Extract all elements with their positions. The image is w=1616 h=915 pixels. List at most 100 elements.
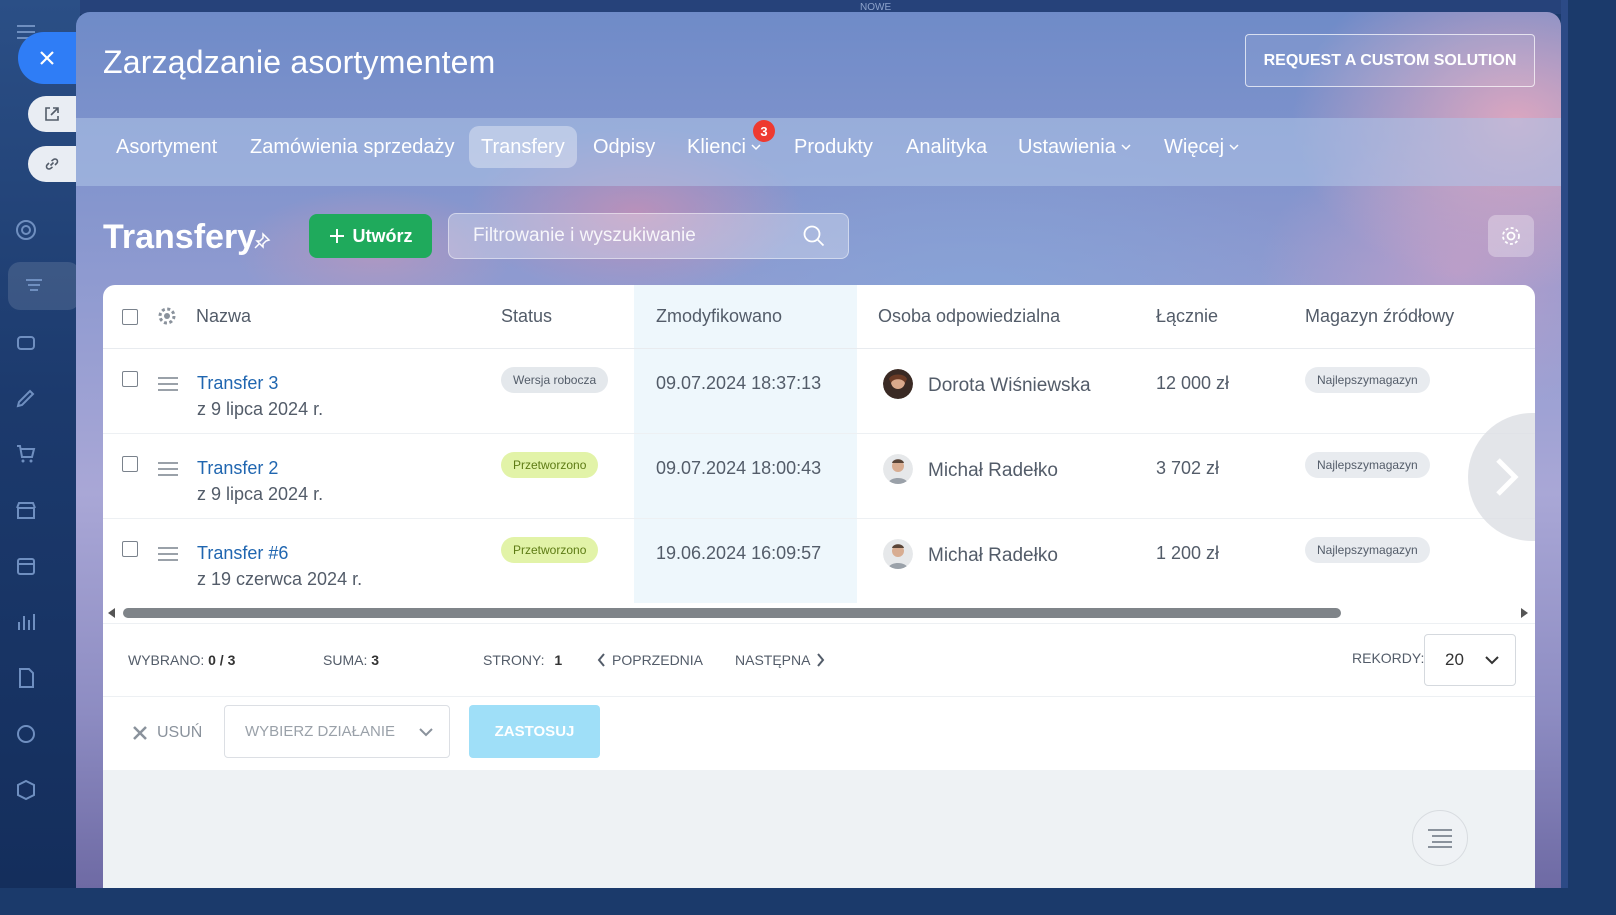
chevron-down-icon xyxy=(1121,144,1131,151)
selected-label: WYBRANO: xyxy=(128,652,205,668)
tab-ustawienia[interactable]: Ustawienia xyxy=(1006,126,1144,168)
scroll-left-arrow-icon[interactable] xyxy=(107,608,117,618)
records-per-page-select[interactable]: 20 xyxy=(1424,634,1516,686)
plus-icon xyxy=(329,229,344,243)
panel-title: Zarządzanie asortymentem xyxy=(103,44,496,80)
tab-label: Odpisy xyxy=(593,135,656,158)
responsible-person-link[interactable]: Michał Radełko xyxy=(928,545,1058,567)
gear-icon xyxy=(1502,227,1520,245)
tab-odpisy[interactable]: Odpisy xyxy=(581,126,667,168)
avatar[interactable] xyxy=(883,539,913,569)
table-row[interactable]: Transfer 2 z 9 lipca 2024 r. Przetworzon… xyxy=(103,434,1535,519)
bar-chart-icon[interactable] xyxy=(14,604,80,640)
transfer-name-link[interactable]: Transfer 2 xyxy=(197,458,278,479)
avatar[interactable] xyxy=(883,369,913,399)
tab-analityka[interactable]: Analityka xyxy=(894,126,999,168)
pen-icon[interactable] xyxy=(14,380,80,416)
avatar[interactable] xyxy=(883,454,913,484)
create-button-label: Utwórz xyxy=(352,225,413,246)
copy-link-button[interactable] xyxy=(28,146,76,182)
transfer-date: z 9 lipca 2024 r. xyxy=(197,484,324,504)
slider-panel: Zarządzanie asortymentem REQUEST A CUSTO… xyxy=(76,12,1561,888)
pages-label: STRONY: xyxy=(483,652,545,668)
target-icon[interactable] xyxy=(14,212,80,248)
delete-button[interactable]: USUŃ xyxy=(133,724,202,742)
next-page-button[interactable]: NASTĘPNA xyxy=(735,652,825,668)
cart-icon[interactable] xyxy=(14,436,80,472)
tab-label: Transfery xyxy=(481,135,565,158)
scroll-right-arrow-icon[interactable] xyxy=(1519,608,1529,618)
column-header-total[interactable]: Łącznie xyxy=(1156,306,1218,327)
scrollbar-thumb[interactable] xyxy=(123,608,1341,618)
total-amount: 12 000 zł xyxy=(1156,373,1230,393)
responsible-person-link[interactable]: Dorota Wiśniewska xyxy=(928,375,1091,397)
warehouse-tag: Najlepszymagazyn xyxy=(1305,537,1430,563)
drag-handle-icon[interactable] xyxy=(158,462,178,476)
row-checkbox[interactable] xyxy=(122,541,138,557)
chat-help-button[interactable] xyxy=(1412,810,1468,866)
row-checkbox[interactable] xyxy=(122,456,138,472)
robot-icon[interactable] xyxy=(14,324,80,360)
page-settings-button[interactable] xyxy=(1488,215,1534,257)
external-link-icon xyxy=(45,107,59,121)
calendar-icon[interactable] xyxy=(14,548,80,584)
transfer-name-link[interactable]: Transfer #6 xyxy=(197,543,288,564)
next-label: NASTĘPNA xyxy=(735,652,811,668)
open-new-window-button[interactable] xyxy=(28,96,76,132)
inventory-icon[interactable] xyxy=(8,262,80,310)
search-icon[interactable] xyxy=(802,224,826,248)
tab-wiecej[interactable]: Więcej xyxy=(1152,126,1252,168)
filter-search-box[interactable] xyxy=(448,213,849,259)
drag-handle-icon[interactable] xyxy=(158,547,178,561)
table-row[interactable]: Transfer #6 z 19 czerwca 2024 r. Przetwo… xyxy=(103,519,1535,604)
previous-page-button[interactable]: POPRZEDNIA xyxy=(597,652,703,668)
tab-label: Analityka xyxy=(906,135,988,158)
responsible-person-link[interactable]: Michał Radełko xyxy=(928,460,1058,482)
tab-produkty[interactable]: Produkty xyxy=(782,126,885,168)
choose-action-select[interactable]: WYBIERZ DZIAŁANIE xyxy=(224,705,450,758)
search-input[interactable] xyxy=(471,224,775,248)
table-row[interactable]: Transfer 3 z 9 lipca 2024 r. Wersja robo… xyxy=(103,349,1535,434)
transfers-grid: Nazwa Status Zmodyfikowano Osoba odpowie… xyxy=(103,285,1535,770)
settings-icon[interactable] xyxy=(14,716,80,752)
column-header-responsible[interactable]: Osoba odpowiedzialna xyxy=(878,306,1060,327)
transfer-name-link[interactable]: Transfer 3 xyxy=(197,373,278,394)
records-label: REKORDY: xyxy=(1352,650,1425,666)
drag-handle-icon[interactable] xyxy=(158,377,178,391)
chevron-down-icon xyxy=(1229,144,1239,151)
column-settings-gear-icon[interactable] xyxy=(157,306,177,326)
document-icon[interactable] xyxy=(14,660,80,696)
status-badge: Wersja robocza xyxy=(501,367,609,393)
tab-zamowienia-sprzedazy[interactable]: Zamówienia sprzedaży xyxy=(238,126,467,168)
column-header-status[interactable]: Status xyxy=(501,306,552,327)
group-actions-bar: USUŃ WYBIERZ DZIAŁANIE ZASTOSUJ xyxy=(103,695,1535,770)
apply-button[interactable]: ZASTOSUJ xyxy=(469,705,600,758)
store-icon[interactable] xyxy=(14,492,80,528)
previous-label: POPRZEDNIA xyxy=(612,652,704,668)
tab-asortyment[interactable]: Asortyment xyxy=(104,126,229,168)
grid-header: Nazwa Status Zmodyfikowano Osoba odpowie… xyxy=(103,285,1535,349)
modified-date: 19.06.2024 16:09:57 xyxy=(656,543,822,563)
column-header-modified[interactable]: Zmodyfikowano xyxy=(656,306,782,327)
chevron-down-icon xyxy=(751,144,761,151)
create-button[interactable]: Utwórz xyxy=(309,214,432,258)
warehouse-tag: Najlepszymagazyn xyxy=(1305,452,1430,478)
horizontal-scrollbar[interactable] xyxy=(103,603,1535,623)
chevron-down-icon xyxy=(419,727,433,736)
tab-transfery[interactable]: Transfery xyxy=(469,126,577,168)
close-icon xyxy=(133,726,147,740)
row-checkbox[interactable] xyxy=(122,371,138,387)
select-all-checkbox[interactable] xyxy=(122,309,138,325)
tab-label: Ustawienia xyxy=(1018,135,1116,158)
transfer-date: z 19 czerwca 2024 r. xyxy=(197,569,363,589)
close-slider-button[interactable] xyxy=(18,32,76,84)
pin-icon[interactable] xyxy=(252,231,272,251)
sum-count: SUMA: 3 xyxy=(323,652,379,668)
column-header-name[interactable]: Nazwa xyxy=(196,306,251,327)
background-right-edge xyxy=(1561,0,1568,888)
choose-action-label: WYBIERZ DZIAŁANIE xyxy=(245,723,396,740)
cube-icon[interactable] xyxy=(14,772,80,808)
chevron-left-icon xyxy=(597,653,605,667)
column-header-source-warehouse[interactable]: Magazyn źródłowy xyxy=(1305,306,1454,327)
request-custom-solution-button[interactable]: REQUEST A CUSTOM SOLUTION xyxy=(1245,34,1535,87)
